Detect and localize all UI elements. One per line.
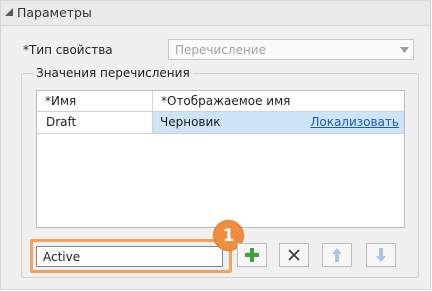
- row-display-name-cell[interactable]: Черновик Локализовать: [153, 112, 404, 133]
- plus-icon: [245, 248, 259, 262]
- row-name-cell[interactable]: Draft: [37, 112, 153, 133]
- callout-highlight-frame: [30, 239, 232, 273]
- column-header-display-name[interactable]: *Отображаемое имя: [153, 91, 404, 112]
- table-row[interactable]: Draft Черновик Локализовать: [37, 112, 404, 134]
- property-type-label: *Тип свойства: [23, 43, 113, 57]
- move-down-button[interactable]: [366, 243, 396, 267]
- arrow-up-icon: [332, 248, 342, 262]
- chevron-down-icon: [400, 47, 409, 53]
- column-header-name[interactable]: *Имя: [37, 91, 153, 112]
- add-value-button[interactable]: [237, 243, 267, 267]
- panel-title: Параметры: [17, 5, 92, 20]
- localize-link[interactable]: Локализовать: [310, 115, 399, 129]
- enum-values-table: *Имя *Отображаемое имя Draft Черновик Ло…: [36, 90, 405, 228]
- arrow-down-icon: [376, 248, 386, 262]
- property-type-select[interactable]: Перечисление: [168, 39, 414, 60]
- collapse-triangle-icon[interactable]: [5, 8, 13, 16]
- move-up-button[interactable]: [322, 243, 352, 267]
- panel-header[interactable]: Параметры: [1, 1, 430, 26]
- parameters-panel: Параметры *Тип свойства Перечисление Зна…: [0, 0, 431, 290]
- enum-values-group-title: Значения перечисления: [33, 66, 193, 80]
- row-display-name-text: Черновик: [160, 115, 221, 129]
- x-icon: [288, 249, 300, 261]
- property-type-value: Перечисление: [175, 43, 266, 57]
- delete-value-button[interactable]: [279, 243, 309, 267]
